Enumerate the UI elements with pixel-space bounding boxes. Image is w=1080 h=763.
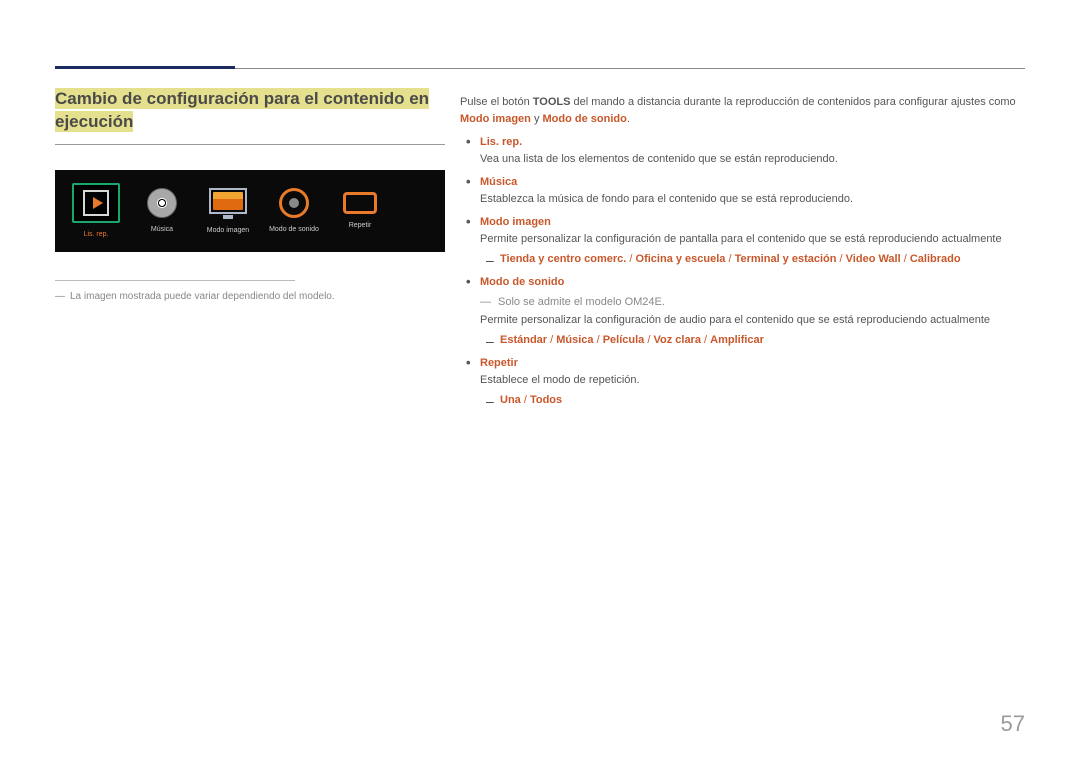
options-list: Lis. rep. Vea una lista de los elementos… <box>460 134 1025 409</box>
toolbar-item-label: Repetir <box>349 222 372 229</box>
repeat-icon <box>343 192 377 214</box>
option-desc: Permite personalizar la configuración de… <box>480 312 1025 329</box>
option-picture-mode: Modo imagen Permite personalizar la conf… <box>460 214 1025 268</box>
keyword-modo-imagen: Modo imagen <box>460 113 531 125</box>
device-toolbar: Lis. rep. Música Modo imagen Modo de son… <box>55 170 445 252</box>
toolbar-item-repeat[interactable]: Repetir <box>327 192 393 229</box>
option-head: Lis. rep. <box>480 136 522 148</box>
footnote-rule <box>55 280 295 281</box>
option-sound-mode-note: Solo se admite el modelo OM24E. <box>480 294 1025 311</box>
header-rule-accent <box>55 66 235 69</box>
section-title: Cambio de configuración para el contenid… <box>55 88 429 132</box>
option-repeat: Repetir Establece el modo de repetición.… <box>460 355 1025 409</box>
toolbar-item-label: Música <box>151 226 173 233</box>
footnote: ― La imagen mostrada puede variar depend… <box>55 291 445 302</box>
option-lisrep: Lis. rep. Vea una lista de los elementos… <box>460 134 1025 168</box>
intro-paragraph: Pulse el botón TOOLS del mando a distanc… <box>460 94 1025 128</box>
option-sound-mode: Modo de sonido Solo se admite el modelo … <box>460 274 1025 348</box>
option-music: Música Establezca la música de fondo par… <box>460 174 1025 208</box>
option-head: Repetir <box>480 357 518 369</box>
page-number: 57 <box>1001 711 1025 737</box>
toolbar-item-picture-mode[interactable]: Modo imagen <box>195 188 261 234</box>
toolbar-item-sound-mode[interactable]: Modo de sonido <box>261 188 327 233</box>
right-column: Pulse el botón TOOLS del mando a distanc… <box>460 94 1025 412</box>
option-sound-mode-values: Estándar / Música / Película / Voz clara… <box>480 332 1025 349</box>
option-desc: Vea una lista de los elementos de conten… <box>480 151 1025 168</box>
toolbar-item-lisrep[interactable]: Lis. rep. <box>63 183 129 238</box>
speaker-icon <box>279 188 309 218</box>
playlist-icon <box>72 183 120 223</box>
footnote-text: La imagen mostrada puede variar dependie… <box>70 291 335 302</box>
option-picture-mode-values: Tienda y centro comerc. / Oficina y escu… <box>480 251 1025 268</box>
option-desc: Permite personalizar la configuración de… <box>480 231 1025 248</box>
option-desc: Establece el modo de repetición. <box>480 372 1025 389</box>
toolbar-item-label: Lis. rep. <box>84 231 109 238</box>
option-head: Modo de sonido <box>480 276 564 288</box>
monitor-icon <box>209 188 247 219</box>
left-column: Cambio de configuración para el contenid… <box>55 88 445 302</box>
option-head: Música <box>480 176 517 188</box>
option-head: Modo imagen <box>480 216 551 228</box>
keyword-modo-sonido: Modo de sonido <box>543 113 627 125</box>
section-title-rule <box>55 144 445 145</box>
tools-keyword: TOOLS <box>533 96 571 108</box>
toolbar-item-label: Modo imagen <box>207 227 249 234</box>
toolbar-item-label: Modo de sonido <box>269 226 319 233</box>
toolbar-item-music[interactable]: Música <box>129 188 195 233</box>
footnote-block: ― La imagen mostrada puede variar depend… <box>55 280 445 302</box>
disc-icon <box>147 188 177 218</box>
option-repeat-values: Una / Todos <box>480 392 1025 409</box>
option-desc: Establezca la música de fondo para el co… <box>480 191 1025 208</box>
